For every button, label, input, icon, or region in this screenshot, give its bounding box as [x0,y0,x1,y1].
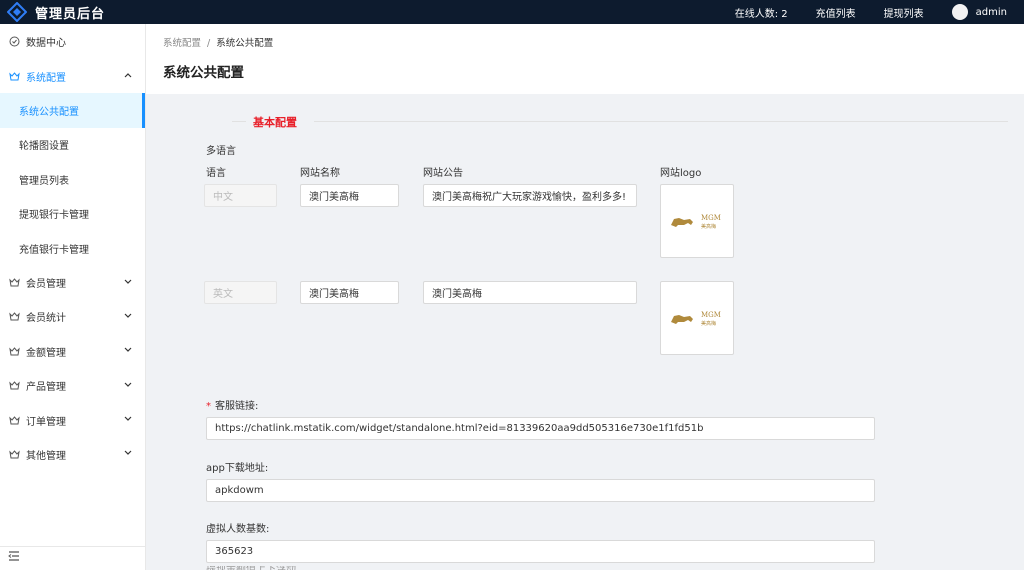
crown-icon [8,380,20,392]
svg-text:美高梅: 美高梅 [701,223,716,230]
site-name-input[interactable]: 澳门美高梅 [300,281,399,304]
sidebar-item-system-config[interactable]: 系统配置 [0,59,145,93]
menu-fold-icon[interactable] [8,551,20,564]
sidebar-subitem-public-config[interactable]: 系统公共配置 [0,93,145,128]
logo-upload[interactable]: MGM 美高梅 [660,184,734,258]
sidebar-item-dashboard[interactable]: 数据中心 [0,25,145,59]
service-link-input[interactable]: https://chatlink.mstatik.com/widget/stan… [206,417,875,440]
service-link-label: * 客服链接: [206,401,259,412]
column-notice: 网站公告 [423,168,463,179]
multilang-label: 多语言 [206,146,236,157]
withdraw-list-link[interactable]: 提现列表 [884,5,924,20]
crown-icon [8,448,20,460]
page-title: 系统公共配置 [163,65,244,81]
username[interactable]: admin [976,7,1007,18]
app-logo-icon [7,2,27,22]
mgm-logo-icon: MGM 美高梅 [671,311,721,327]
column-language: 语言 [206,168,226,179]
breadcrumb-separator: / [207,38,211,49]
chevron-down-icon [124,381,132,391]
chevron-up-icon [124,71,132,81]
gear-icon [8,70,20,82]
sidebar-item-label: 金额管理 [26,347,66,359]
crown-icon [8,414,20,426]
chevron-down-icon [124,449,132,459]
app-download-input[interactable]: apkdowm [206,479,875,502]
sidebar: 数据中心 系统配置 系统公共配置 轮播图设置 管理员列表 提现银行卡管理 充值银… [0,24,146,570]
logo-upload[interactable]: MGM 美高梅 [660,281,734,355]
sidebar-subitem-carousel[interactable]: 轮播图设置 [0,128,145,162]
breadcrumb: 系统配置 / 系统公共配置 [163,35,273,49]
chevron-down-icon [124,278,132,288]
column-logo: 网站logo [660,168,702,179]
sidebar-item-label: 其他管理 [26,450,66,462]
crown-icon [8,277,20,289]
app-title: 管理员后台 [35,6,106,22]
notice-input[interactable]: 澳门美高梅祝广大玩家游戏愉快，盈利多多! [423,184,637,207]
virtual-base-input[interactable]: 365623 [206,540,875,563]
section-title: 基本配置 [253,116,297,129]
language-field: 中文 [204,184,277,207]
sidebar-subitem-withdraw-card[interactable]: 提现银行卡管理 [0,197,145,231]
crown-icon [8,311,20,323]
svg-text:美高梅: 美高梅 [701,320,716,327]
sidebar-item-member-stats[interactable]: 会员统计 [0,300,145,334]
sidebar-item-label: 数据中心 [26,38,66,50]
app-download-label: app下载地址: [206,463,269,474]
page-header: 系统配置 / 系统公共配置 系统公共配置 [146,24,1024,94]
breadcrumb-current: 系统公共配置 [216,38,274,49]
required-mark: * [206,401,211,412]
recharge-list-link[interactable]: 充值列表 [816,5,856,20]
mgm-logo-icon: MGM 美高梅 [671,214,721,230]
main-content: 基本配置 多语言 语言 网站名称 网站公告 网站logo 中文 澳门美高梅 澳门… [146,94,1024,570]
chevron-down-icon [124,415,132,425]
scrollbar[interactable] [1018,94,1024,570]
language-field: 英文 [204,281,277,304]
sidebar-item-label: 产品管理 [26,382,66,394]
avatar[interactable] [951,4,968,20]
sidebar-item-label: 会员统计 [26,313,66,325]
sidebar-item-label: 会员管理 [26,279,66,291]
section-divider [232,120,1008,123]
svg-text:MGM: MGM [701,214,721,222]
site-name-input[interactable]: 澳门美高梅 [300,184,399,207]
column-site-name: 网站名称 [300,168,340,179]
crown-icon [8,345,20,357]
sidebar-footer [0,546,146,570]
breadcrumb-item[interactable]: 系统配置 [163,38,201,49]
virtual-base-label: 虚拟人数基数: [206,524,270,535]
sidebar-item-members[interactable]: 会员管理 [0,265,145,299]
sidebar-item-other[interactable]: 其他管理 [0,437,145,471]
notice-input[interactable]: 澳门美高梅 [423,281,637,304]
online-count: 在线人数: 2 [734,8,788,20]
cut-off-hint: 提现金额值上下浮动 [206,566,296,570]
chevron-down-icon [124,312,132,322]
dashboard-icon [8,36,20,48]
sidebar-item-products[interactable]: 产品管理 [0,369,145,403]
sidebar-item-label: 订单管理 [26,416,66,428]
top-bar: 管理员后台 在线人数: 2 充值列表 提现列表 admin [0,0,1024,24]
svg-text:MGM: MGM [701,311,721,319]
chevron-down-icon [124,346,132,356]
sidebar-item-orders[interactable]: 订单管理 [0,403,145,437]
sidebar-item-amount[interactable]: 金额管理 [0,334,145,368]
sidebar-subitem-admin-list[interactable]: 管理员列表 [0,162,145,196]
sidebar-item-label: 系统配置 [26,72,66,84]
sidebar-subitem-recharge-card[interactable]: 充值银行卡管理 [0,231,145,265]
